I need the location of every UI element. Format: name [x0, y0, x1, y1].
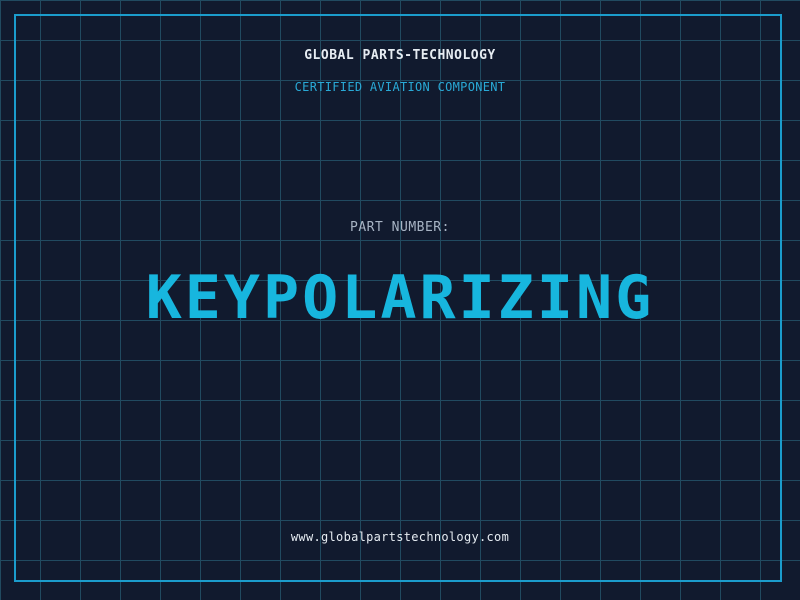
part-number-label: PART NUMBER:: [350, 220, 450, 235]
website-url: www.globalpartstechnology.com: [290, 530, 510, 544]
company-name: GLOBAL PARTS-TECHNOLOGY: [304, 48, 496, 63]
part-number-value: KEYPOLARIZING: [145, 263, 655, 333]
page-canvas: GLOBAL PARTS-TECHNOLOGY CERTIFIED AVIATI…: [0, 0, 800, 600]
certification-tagline: CERTIFIED AVIATION COMPONENT: [294, 80, 506, 94]
